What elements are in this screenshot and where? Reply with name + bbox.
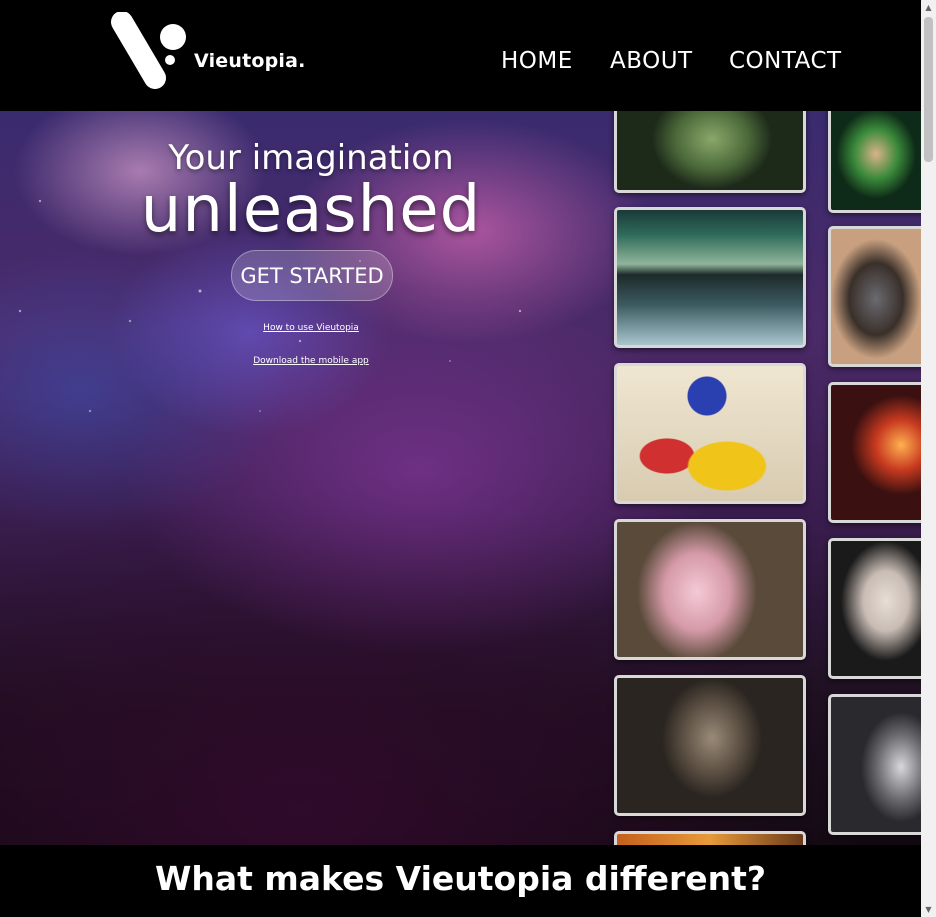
nav-about[interactable]: ABOUT [610,48,693,74]
scroll-down-icon[interactable]: ▼ [921,902,936,917]
scrollbar-thumb[interactable] [924,17,933,162]
gallery-image-abstract-painting[interactable] [614,363,806,504]
section-heading: What makes Vieutopia different? [154,859,767,898]
download-app-link[interactable]: Download the mobile app [0,356,622,366]
gallery-image-pink-squirrel[interactable] [614,519,806,660]
hero-subtitle: Your imagination [168,138,454,178]
gallery-image-white-creature[interactable] [828,694,921,835]
nav-home[interactable]: HOME [501,48,573,74]
top-navigation-bar: Vieutopia. HOME ABOUT CONTACT [0,0,921,111]
brand-name: Vieutopia. [194,50,306,72]
gallery-image-explosion[interactable] [828,382,921,523]
hero-section: Your imagination unleashed GET STARTED H… [0,111,921,845]
brand-logo[interactable]: Vieutopia. [110,12,305,92]
features-section: What makes Vieutopia different? [0,845,921,917]
get-started-button[interactable]: GET STARTED [231,250,393,301]
hero-title: unleashed [140,173,482,247]
gallery-image-aurora-lake[interactable] [614,207,806,348]
vieutopia-logo-icon [111,12,186,89]
gallery-image-girl-with-wine[interactable] [828,538,921,679]
gallery-image-armored-figure[interactable] [828,226,921,367]
gallery-image-orange-painting[interactable] [614,831,806,845]
gallery-image-green-hero[interactable] [828,111,921,213]
how-to-use-link[interactable]: How to use Vieutopia [0,323,622,333]
nav-contact[interactable]: CONTACT [729,48,842,74]
gallery-image-green-giant[interactable] [614,111,806,193]
page-scrollbar[interactable]: ▲ ▼ [921,0,936,917]
gallery-image-man-in-hat[interactable] [614,675,806,816]
scroll-up-icon[interactable]: ▲ [921,0,936,15]
